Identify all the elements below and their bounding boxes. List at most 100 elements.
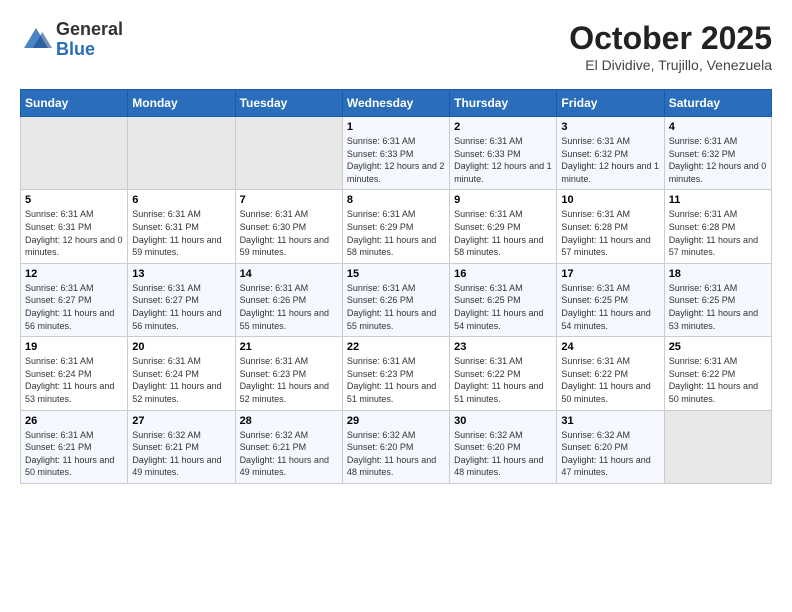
day-cell: 26 Sunrise: 6:31 AMSunset: 6:21 PMDayligh…	[21, 410, 128, 483]
week-row-3: 12 Sunrise: 6:31 AMSunset: 6:27 PMDayligh…	[21, 263, 772, 336]
day-cell	[21, 117, 128, 190]
day-cell: 31 Sunrise: 6:32 AMSunset: 6:20 PMDayligh…	[557, 410, 664, 483]
day-info: Sunrise: 6:31 AMSunset: 6:25 PMDaylight:…	[454, 282, 552, 332]
day-cell: 5Sunrise: 6:31 AMSunset: 6:31 PMDaylight…	[21, 190, 128, 263]
day-info: Sunrise: 6:32 AMSunset: 6:20 PMDaylight:…	[561, 429, 659, 479]
day-number: 22	[347, 341, 445, 353]
day-cell: 17 Sunrise: 6:31 AMSunset: 6:25 PMDayligh…	[557, 263, 664, 336]
day-cell: 11 Sunrise: 6:31 AMSunset: 6:28 PMDayligh…	[664, 190, 771, 263]
day-info: Sunrise: 6:31 AMSunset: 6:32 PMDaylight:…	[561, 135, 659, 185]
day-cell: 12 Sunrise: 6:31 AMSunset: 6:27 PMDayligh…	[21, 263, 128, 336]
day-cell: 23 Sunrise: 6:31 AMSunset: 6:22 PMDayligh…	[450, 337, 557, 410]
day-number: 8	[347, 194, 445, 206]
logo-text: General Blue	[56, 20, 123, 60]
day-number: 24	[561, 341, 659, 353]
day-info: Sunrise: 6:31 AMSunset: 6:26 PMDaylight:…	[347, 282, 445, 332]
day-number: 30	[454, 415, 552, 427]
day-info: Sunrise: 6:32 AMSunset: 6:21 PMDaylight:…	[240, 429, 338, 479]
day-info: Sunrise: 6:31 AMSunset: 6:30 PMDaylight:…	[240, 208, 338, 258]
day-cell: 1Sunrise: 6:31 AMSunset: 6:33 PMDaylight…	[342, 117, 449, 190]
day-info: Sunrise: 6:31 AMSunset: 6:24 PMDaylight:…	[25, 355, 123, 405]
day-number: 3	[561, 121, 659, 133]
day-number: 11	[669, 194, 767, 206]
day-info: Sunrise: 6:32 AMSunset: 6:20 PMDaylight:…	[347, 429, 445, 479]
month-title: October 2025	[569, 20, 772, 57]
day-cell: 27 Sunrise: 6:32 AMSunset: 6:21 PMDayligh…	[128, 410, 235, 483]
day-number: 7	[240, 194, 338, 206]
day-cell: 14Sunrise: 6:31 AMSunset: 6:26 PMDayligh…	[235, 263, 342, 336]
day-number: 18	[669, 268, 767, 280]
day-info: Sunrise: 6:31 AMSunset: 6:27 PMDaylight:…	[25, 282, 123, 332]
day-cell: 21 Sunrise: 6:31 AMSunset: 6:23 PMDayligh…	[235, 337, 342, 410]
day-number: 15	[347, 268, 445, 280]
day-cell	[235, 117, 342, 190]
day-cell: 10 Sunrise: 6:31 AMSunset: 6:28 PMDayligh…	[557, 190, 664, 263]
day-number: 1	[347, 121, 445, 133]
day-info: Sunrise: 6:31 AMSunset: 6:28 PMDaylight:…	[561, 208, 659, 258]
day-info: Sunrise: 6:31 AMSunset: 6:29 PMDaylight:…	[454, 208, 552, 258]
day-cell: 15 Sunrise: 6:31 AMSunset: 6:26 PMDayligh…	[342, 263, 449, 336]
week-row-1: 1 Sunrise: 6:31 AMSunset: 6:33 PMDaylight…	[21, 117, 772, 190]
day-info: Sunrise: 6:31 AMSunset: 6:24 PMDaylight:…	[132, 355, 230, 405]
day-number: 19	[25, 341, 123, 353]
day-cell: 30 Sunrise: 6:32 AMSunset: 6:20 PMDayligh…	[450, 410, 557, 483]
day-cell: 9 Sunrise: 6:31 AMSunset: 6:29 PMDaylight…	[450, 190, 557, 263]
title-block: October 2025 El Dividive, Trujillo, Vene…	[569, 20, 772, 73]
day-info: Sunrise: 6:31 AMSunset: 6:23 PMDaylight:…	[347, 355, 445, 405]
day-cell: 20 Sunrise: 6:31 AMSunset: 6:24 PMDayligh…	[128, 337, 235, 410]
header-cell-monday: Monday	[128, 90, 235, 117]
day-info: Sunrise: 6:31 AMSunset: 6:21 PMDaylight:…	[25, 429, 123, 479]
day-number: 20	[132, 341, 230, 353]
header-cell-thursday: Thursday	[450, 90, 557, 117]
day-number: 27	[132, 415, 230, 427]
day-cell: 29 Sunrise: 6:32 AMSunset: 6:20 PMDayligh…	[342, 410, 449, 483]
week-row-2: 5 Sunrise: 6:31 AMSunset: 6:31 PMDaylight…	[21, 190, 772, 263]
day-cell	[664, 410, 771, 483]
header-cell-friday: Friday	[557, 90, 664, 117]
day-number: 9	[454, 194, 552, 206]
day-info: Sunrise: 6:31 AMSunset: 6:25 PMDaylight:…	[561, 282, 659, 332]
day-info: Sunrise: 6:31 AMSunset: 6:33 PMDaylight:…	[454, 135, 552, 185]
day-info: Sunrise: 6:31 AMSunset: 6:22 PMDaylight:…	[561, 355, 659, 405]
day-number: 21	[240, 341, 338, 353]
day-number: 6	[132, 194, 230, 206]
day-cell: 28Sunrise: 6:32 AMSunset: 6:21 PMDayligh…	[235, 410, 342, 483]
day-number: 13	[132, 268, 230, 280]
header-row: SundayMondayTuesdayWednesdayThursdayFrid…	[21, 90, 772, 117]
day-info: Sunrise: 6:32 AMSunset: 6:20 PMDaylight:…	[454, 429, 552, 479]
day-cell: 3 Sunrise: 6:31 AMSunset: 6:32 PMDaylight…	[557, 117, 664, 190]
day-info: Sunrise: 6:31 AMSunset: 6:28 PMDaylight:…	[669, 208, 767, 258]
day-number: 17	[561, 268, 659, 280]
header-cell-saturday: Saturday	[664, 90, 771, 117]
day-number: 16	[454, 268, 552, 280]
day-number: 10	[561, 194, 659, 206]
day-number: 26	[25, 415, 123, 427]
day-number: 25	[669, 341, 767, 353]
day-cell: 22 Sunrise: 6:31 AMSunset: 6:23 PMDayligh…	[342, 337, 449, 410]
day-info: Sunrise: 6:31 AMSunset: 6:23 PMDaylight:…	[240, 355, 338, 405]
day-number: 5	[25, 194, 123, 206]
day-cell: 19 Sunrise: 6:31 AMSunset: 6:24 PMDayligh…	[21, 337, 128, 410]
day-number: 23	[454, 341, 552, 353]
day-info: Sunrise: 6:31 AMSunset: 6:31 PMDaylight:…	[132, 208, 230, 258]
day-info: Sunrise: 6:31 AMSunset: 6:22 PMDaylight:…	[454, 355, 552, 405]
day-cell	[128, 117, 235, 190]
day-cell: 18Sunrise: 6:31 AMSunset: 6:25 PMDayligh…	[664, 263, 771, 336]
day-number: 4	[669, 121, 767, 133]
header-cell-sunday: Sunday	[21, 90, 128, 117]
logo-icon	[20, 24, 52, 56]
day-cell: 13Sunrise: 6:31 AMSunset: 6:27 PMDayligh…	[128, 263, 235, 336]
day-number: 31	[561, 415, 659, 427]
day-cell: 16 Sunrise: 6:31 AMSunset: 6:25 PMDayligh…	[450, 263, 557, 336]
day-cell: 24 Sunrise: 6:31 AMSunset: 6:22 PMDayligh…	[557, 337, 664, 410]
day-number: 29	[347, 415, 445, 427]
header-cell-tuesday: Tuesday	[235, 90, 342, 117]
page-header: General Blue October 2025 El Dividive, T…	[20, 20, 772, 73]
day-cell: 6 Sunrise: 6:31 AMSunset: 6:31 PMDaylight…	[128, 190, 235, 263]
day-info: Sunrise: 6:31 AMSunset: 6:29 PMDaylight:…	[347, 208, 445, 258]
logo: General Blue	[20, 20, 123, 60]
day-number: 12	[25, 268, 123, 280]
day-info: Sunrise: 6:32 AMSunset: 6:21 PMDaylight:…	[132, 429, 230, 479]
logo-blue: Blue	[56, 40, 123, 60]
day-number: 2	[454, 121, 552, 133]
